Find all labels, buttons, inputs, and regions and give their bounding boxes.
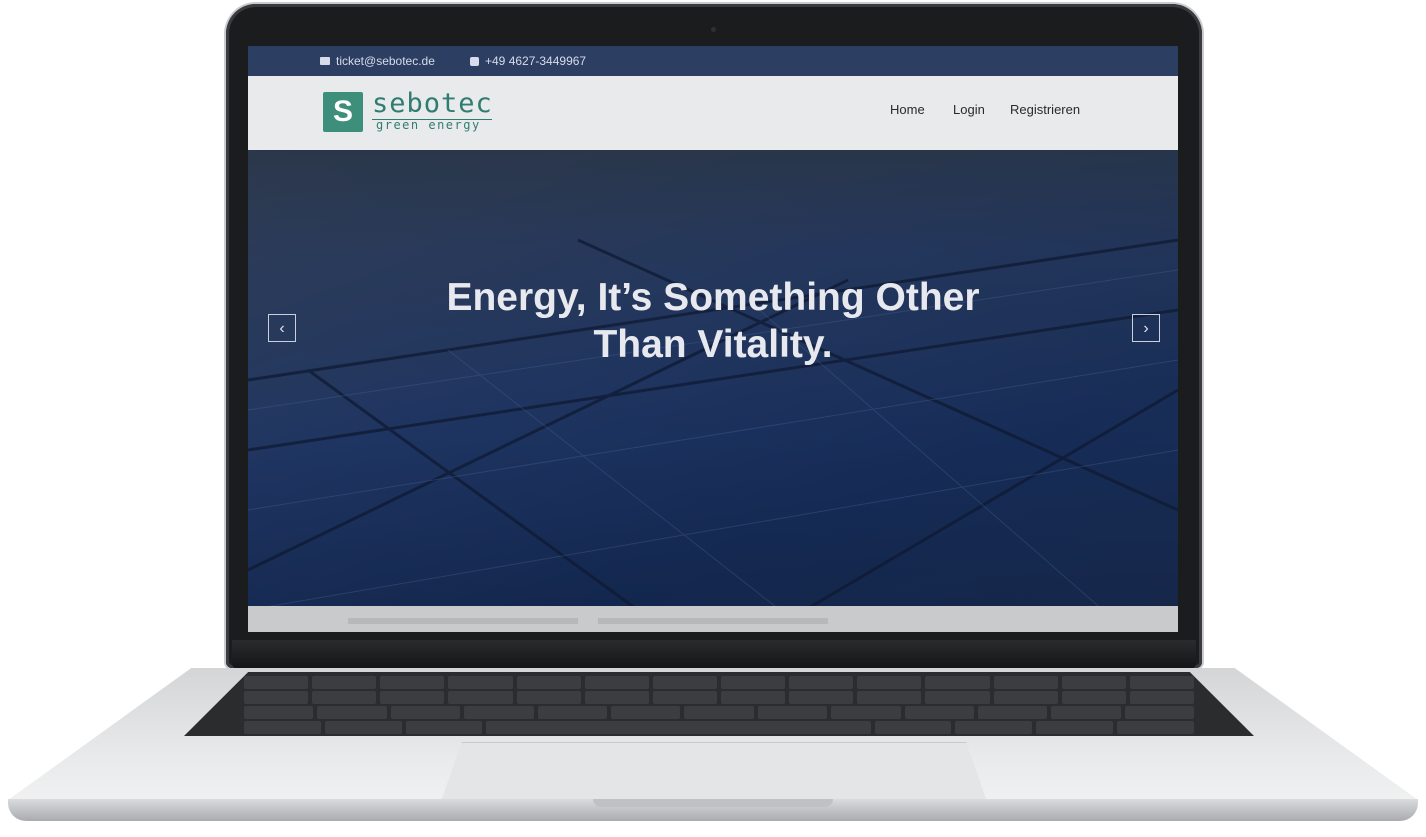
key-row — [184, 691, 1254, 704]
logo-mark[interactable]: S — [323, 92, 363, 132]
webcam — [711, 27, 716, 32]
logo-name[interactable]: sebotec — [372, 88, 493, 119]
solar-panel-background — [248, 238, 1178, 632]
slider-next-button[interactable]: › — [1132, 314, 1160, 342]
contact-bar: ticket@sebotec.de +49 4627-3449967 — [248, 46, 1178, 76]
keyboard — [184, 672, 1254, 736]
lid-notch — [593, 799, 833, 807]
contact-email-text: ticket@sebotec.de — [336, 54, 435, 68]
bottom-bar-segment — [348, 618, 578, 624]
hero-headline: Energy, It’s Something Other Than Vitali… — [363, 274, 1063, 368]
contact-phone[interactable]: +49 4627-3449967 — [470, 54, 586, 68]
laptop-hinge — [232, 640, 1196, 668]
key-row — [184, 721, 1254, 734]
laptop-screen: ticket@sebotec.de +49 4627-3449967 S seb… — [248, 46, 1178, 632]
slider-prev-button[interactable]: ‹ — [268, 314, 296, 342]
site-header: S sebotec green energy Home Login Regist… — [248, 76, 1178, 150]
phone-icon — [470, 56, 479, 66]
hero-headline-line-1: Energy, It’s Something Other — [446, 276, 980, 319]
key-row — [184, 706, 1254, 719]
nav-login[interactable]: Login — [953, 102, 985, 117]
envelope-icon — [320, 57, 330, 65]
page-bottom-strip — [248, 606, 1178, 632]
nav-registrieren[interactable]: Registrieren — [1010, 102, 1080, 117]
laptop-frame: ticket@sebotec.de +49 4627-3449967 S seb… — [0, 0, 1426, 837]
trackpad — [440, 742, 988, 804]
contact-phone-text: +49 4627-3449967 — [485, 54, 587, 68]
hero-headline-line-2: Than Vitality. — [593, 323, 833, 366]
bottom-bar-segment — [598, 618, 828, 624]
laptop-base — [8, 668, 1418, 828]
contact-email[interactable]: ticket@sebotec.de — [320, 54, 435, 68]
hero-slider: Energy, It’s Something Other Than Vitali… — [248, 150, 1178, 632]
nav-home[interactable]: Home — [890, 102, 925, 117]
key-row — [184, 676, 1254, 689]
logo-tagline: green energy — [376, 118, 481, 132]
